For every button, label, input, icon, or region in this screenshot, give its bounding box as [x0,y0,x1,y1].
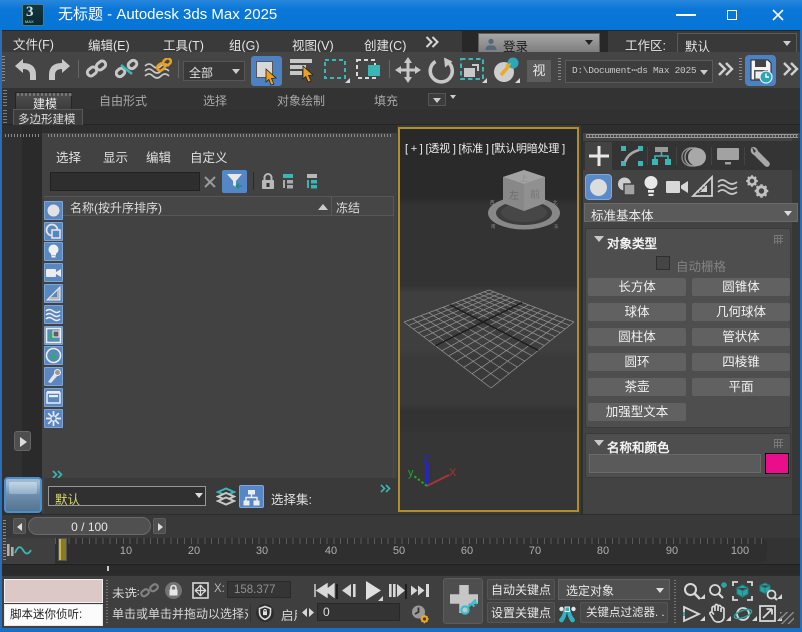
svg-text:Z: Z [423,454,430,466]
svg-text:X: X [449,467,457,479]
svg-text:y: y [408,467,414,479]
